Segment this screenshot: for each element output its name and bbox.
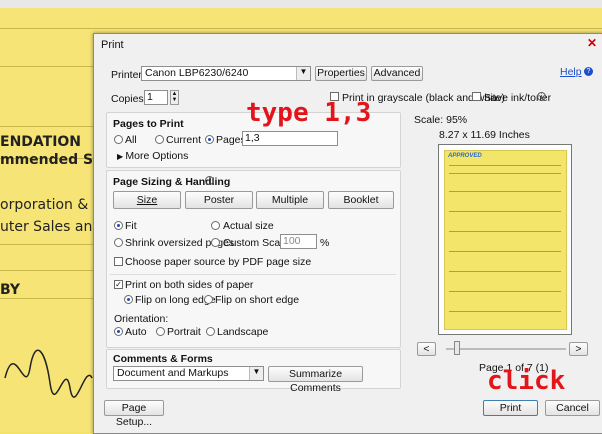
prev-page-button[interactable]: < bbox=[417, 342, 436, 356]
portrait-radio[interactable] bbox=[156, 327, 165, 336]
advanced-button[interactable]: Advanced bbox=[371, 66, 423, 81]
chevron-down-icon: ▼ bbox=[249, 367, 263, 380]
properties-button[interactable]: Properties bbox=[315, 66, 367, 81]
poster-button[interactable]: Poster bbox=[185, 191, 253, 209]
preview-line bbox=[449, 191, 561, 192]
print-button[interactable]: Print bbox=[483, 400, 538, 416]
info-icon[interactable]: i bbox=[537, 92, 546, 101]
percent-label: % bbox=[320, 237, 330, 249]
scale-label: Scale: 95% bbox=[414, 114, 468, 126]
actual-size-label: Actual size bbox=[223, 220, 274, 232]
save-ink-checkbox[interactable] bbox=[472, 92, 481, 101]
dialog-title: Print bbox=[101, 39, 124, 51]
portrait-label: Portrait bbox=[167, 326, 201, 338]
click-annotation: click bbox=[487, 366, 566, 396]
comments-select[interactable]: Document and Markups ▼ bbox=[113, 366, 264, 381]
pages-radio[interactable] bbox=[205, 135, 214, 144]
current-label: Current bbox=[166, 134, 202, 146]
custom-scale-radio[interactable] bbox=[211, 238, 220, 247]
actual-size-radio[interactable] bbox=[211, 221, 220, 230]
copies-stepper[interactable]: ▲ ▼ bbox=[170, 90, 179, 105]
preview-line bbox=[449, 311, 561, 312]
flip-short-label: Flip on short edge bbox=[215, 294, 300, 306]
preview-line bbox=[449, 291, 561, 292]
page-slider-thumb[interactable] bbox=[454, 341, 460, 355]
divider bbox=[110, 274, 396, 275]
printer-value: Canon LBP6230/6240 bbox=[145, 67, 249, 79]
fit-radio[interactable] bbox=[114, 221, 123, 230]
preview-line bbox=[449, 211, 561, 212]
copies-label: Copies: bbox=[111, 93, 147, 105]
close-icon[interactable]: ✕ bbox=[585, 36, 599, 50]
printer-label: Printer: bbox=[111, 69, 145, 81]
current-radio[interactable] bbox=[155, 135, 164, 144]
flip-long-radio[interactable] bbox=[124, 295, 133, 304]
preview-line bbox=[449, 231, 561, 232]
more-options-toggle[interactable]: ▶ More Options bbox=[117, 150, 188, 162]
copies-input[interactable]: 1 bbox=[144, 90, 168, 105]
paper-source-label: Choose paper source by PDF page size bbox=[125, 256, 312, 268]
pages-header: Pages to Print bbox=[113, 118, 184, 130]
help-link[interactable]: Help bbox=[560, 66, 582, 78]
size-button[interactable]: Size bbox=[113, 191, 181, 209]
pages-input[interactable]: 1,3 bbox=[242, 131, 338, 146]
page-dims-label: 8.27 x 11.69 Inches bbox=[439, 129, 530, 141]
fit-label: Fit bbox=[125, 220, 137, 232]
preview-line bbox=[449, 173, 561, 174]
both-sides-checkbox[interactable]: ✓ bbox=[114, 280, 123, 289]
comments-value: Document and Markups bbox=[117, 367, 229, 379]
doc-text-1: ENDATION bbox=[0, 134, 82, 150]
all-label: All bbox=[125, 134, 137, 146]
summarize-button[interactable]: Summarize Comments bbox=[268, 366, 363, 394]
preview-frame: APPROVED bbox=[438, 144, 572, 335]
both-sides-label: Print on both sides of paper bbox=[125, 279, 254, 291]
multiple-button[interactable]: Multiple bbox=[256, 191, 324, 209]
page-slider-track[interactable] bbox=[446, 348, 566, 350]
auto-label: Auto bbox=[125, 326, 147, 338]
preview-page: APPROVED bbox=[444, 150, 567, 330]
comments-header: Comments & Forms bbox=[113, 353, 213, 365]
more-options-label: More Options bbox=[125, 150, 189, 162]
landscape-radio[interactable] bbox=[206, 327, 215, 336]
preview-line bbox=[449, 165, 561, 166]
orientation-label: Orientation: bbox=[114, 313, 169, 325]
sizing-info-icon[interactable]: i bbox=[205, 176, 214, 185]
landscape-label: Landscape bbox=[217, 326, 269, 338]
doc-text-4: uter Sales and bbox=[0, 219, 102, 235]
cancel-button[interactable]: Cancel bbox=[545, 400, 600, 416]
booklet-button[interactable]: Booklet bbox=[328, 191, 394, 209]
help-icon[interactable]: ? bbox=[584, 67, 593, 76]
doc-text-3: orporation & bbox=[0, 197, 89, 213]
all-radio[interactable] bbox=[114, 135, 123, 144]
auto-radio[interactable] bbox=[114, 327, 123, 336]
doc-text-5: BY bbox=[0, 282, 21, 298]
page-setup-button[interactable]: Page Setup... bbox=[104, 400, 164, 428]
preview-line bbox=[449, 251, 561, 252]
type-annotation: type 1,3 bbox=[246, 98, 372, 128]
printer-select[interactable]: Canon LBP6230/6240 ▼ bbox=[141, 66, 311, 81]
shrink-radio[interactable] bbox=[114, 238, 123, 247]
size-button-label: Size bbox=[136, 194, 158, 206]
custom-scale-input[interactable]: 100 bbox=[280, 234, 317, 249]
chevron-down-icon: ▼ bbox=[296, 67, 310, 80]
preview-stamp: APPROVED bbox=[448, 153, 482, 159]
flip-short-radio[interactable] bbox=[204, 295, 213, 304]
dialog-titlebar: Print ✕ bbox=[94, 34, 602, 54]
next-page-button[interactable]: > bbox=[569, 342, 588, 356]
signature-scribble bbox=[4, 349, 93, 398]
paper-source-checkbox[interactable] bbox=[114, 257, 123, 266]
preview-line bbox=[449, 271, 561, 272]
